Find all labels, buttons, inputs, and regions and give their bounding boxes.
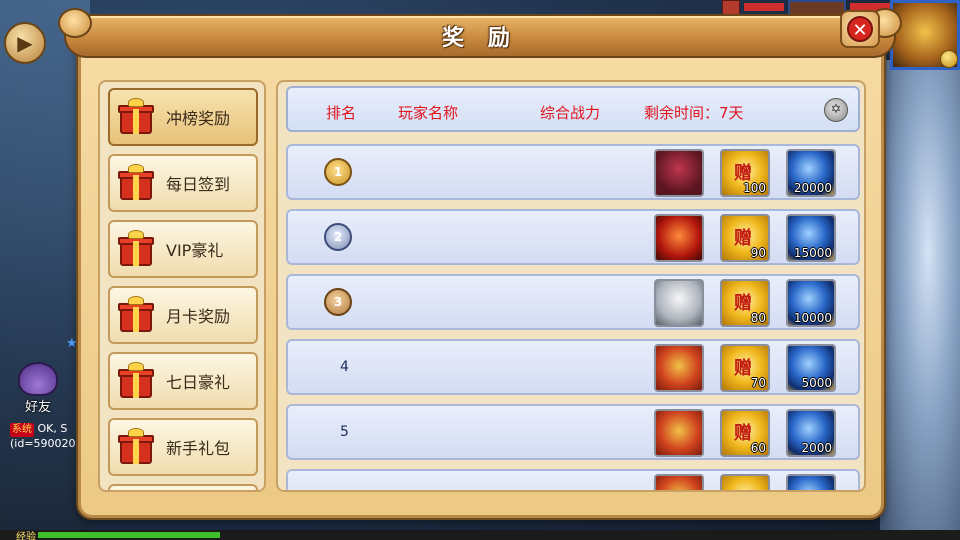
menu-item-label: 每日签到 <box>166 175 231 194</box>
menu-item-daily-signin[interactable]: 每日签到 <box>108 154 258 212</box>
ranking-table: 排名 玩家名称 综合战力 剩余时间：7天 ✡ 1 赠 100 20000 2 赠9… <box>276 80 866 492</box>
chat-id: (id=590020 <box>10 437 76 450</box>
gift-icon <box>118 362 154 398</box>
header-time-left: 剩余时间：7天 <box>644 104 744 122</box>
menu-item-seven-day-gift[interactable]: 七日豪礼 <box>108 352 258 410</box>
silver-medal-icon: 2 <box>324 223 354 253</box>
header-rank: 排名 <box>326 104 357 122</box>
gift-icon <box>118 230 154 266</box>
table-row: 5 赠 60 2000 <box>286 404 860 460</box>
exp-bar-fill <box>38 532 220 538</box>
scroll-reward-icon[interactable] <box>654 474 704 490</box>
settings-hex-icon[interactable]: ✡ <box>824 98 848 122</box>
table-header: 排名 玩家名称 综合战力 剩余时间：7天 ✡ <box>286 86 860 132</box>
table-row: 4 赠 70 5000 <box>286 339 860 395</box>
gift-icon <box>118 428 154 464</box>
coin-icon <box>940 50 958 68</box>
orb-reward-icon[interactable]: 5000 <box>786 344 836 392</box>
exp-label: 经验 <box>16 532 36 540</box>
menu-item-label: 月卡奖励 <box>166 307 231 326</box>
menu-item-partial[interactable] <box>108 484 258 490</box>
hero-reward-icon[interactable] <box>654 279 704 327</box>
table-row: 1 赠 100 20000 <box>286 144 860 200</box>
rank-number: 4 <box>340 359 349 375</box>
menu-item-ranking-rewards[interactable]: 冲榜奖励 <box>108 88 258 146</box>
rank-number: 5 <box>340 424 349 440</box>
menu-item-label: 冲榜奖励 <box>166 109 231 128</box>
menu-item-label: 七日豪礼 <box>166 373 231 392</box>
gift-icon <box>118 98 154 134</box>
hp-bar <box>744 3 784 11</box>
wizard-hat-icon <box>18 362 58 396</box>
menu-item-vip-gift[interactable]: VIP豪礼 <box>108 220 258 278</box>
hero-reward-icon[interactable] <box>654 149 704 197</box>
orb-reward-icon[interactable]: 20000 <box>786 149 836 197</box>
coin-reward-icon[interactable]: 赠 80 <box>720 279 770 327</box>
panel-title: 奖 励 <box>442 26 518 51</box>
star-icon: ★ <box>66 336 78 351</box>
orb-reward-icon[interactable] <box>786 474 836 490</box>
table-row: 2 赠 90 15000 <box>286 209 860 265</box>
table-row-partial <box>286 469 860 490</box>
reward-category-menu: 冲榜奖励 每日签到 VIP豪礼 月卡奖励 七日豪礼 新手礼包 <box>98 80 266 492</box>
header-combat-power: 综合战力 <box>540 104 601 122</box>
coin-reward-icon[interactable]: 赠 100 <box>720 149 770 197</box>
header-player-name: 玩家名称 <box>398 104 459 122</box>
coin-reward-icon[interactable]: 赠 60 <box>720 409 770 457</box>
background-scene-left <box>0 0 90 540</box>
menu-item-monthly-card[interactable]: 月卡奖励 <box>108 286 258 344</box>
background-scene-right <box>880 60 960 540</box>
close-button[interactable]: ✕ <box>840 10 880 48</box>
friends-button[interactable]: 好友 <box>14 362 62 415</box>
orb-reward-icon[interactable]: 10000 <box>786 279 836 327</box>
orb-reward-icon[interactable]: 2000 <box>786 409 836 457</box>
coin-reward-icon[interactable]: 赠 70 <box>720 344 770 392</box>
hero-reward-icon[interactable] <box>654 214 704 262</box>
friends-label: 好友 <box>24 400 51 415</box>
scroll-reward-icon[interactable] <box>654 409 704 457</box>
orb-reward-icon[interactable]: 15000 <box>786 214 836 262</box>
close-icon: ✕ <box>847 16 873 42</box>
menu-item-label: VIP豪礼 <box>166 241 224 260</box>
chat-system-tag: 系统 <box>10 423 34 437</box>
gift-icon <box>118 164 154 200</box>
scroll-reward-icon[interactable] <box>654 344 704 392</box>
table-row: 3 赠 80 10000 <box>286 274 860 330</box>
menu-item-label: 新手礼包 <box>166 439 231 458</box>
menu-item-newbie-pack[interactable]: 新手礼包 <box>108 418 258 476</box>
gift-icon <box>118 296 154 332</box>
gold-medal-icon: 1 <box>324 158 354 188</box>
bronze-medal-icon: 3 <box>324 288 354 318</box>
coin-reward-icon[interactable]: 赠 90 <box>720 214 770 262</box>
chat-preview[interactable]: 系统 OK, S (id=590020 <box>10 422 80 451</box>
coin-reward-icon[interactable] <box>720 474 770 490</box>
chat-text: OK, S <box>37 422 68 435</box>
